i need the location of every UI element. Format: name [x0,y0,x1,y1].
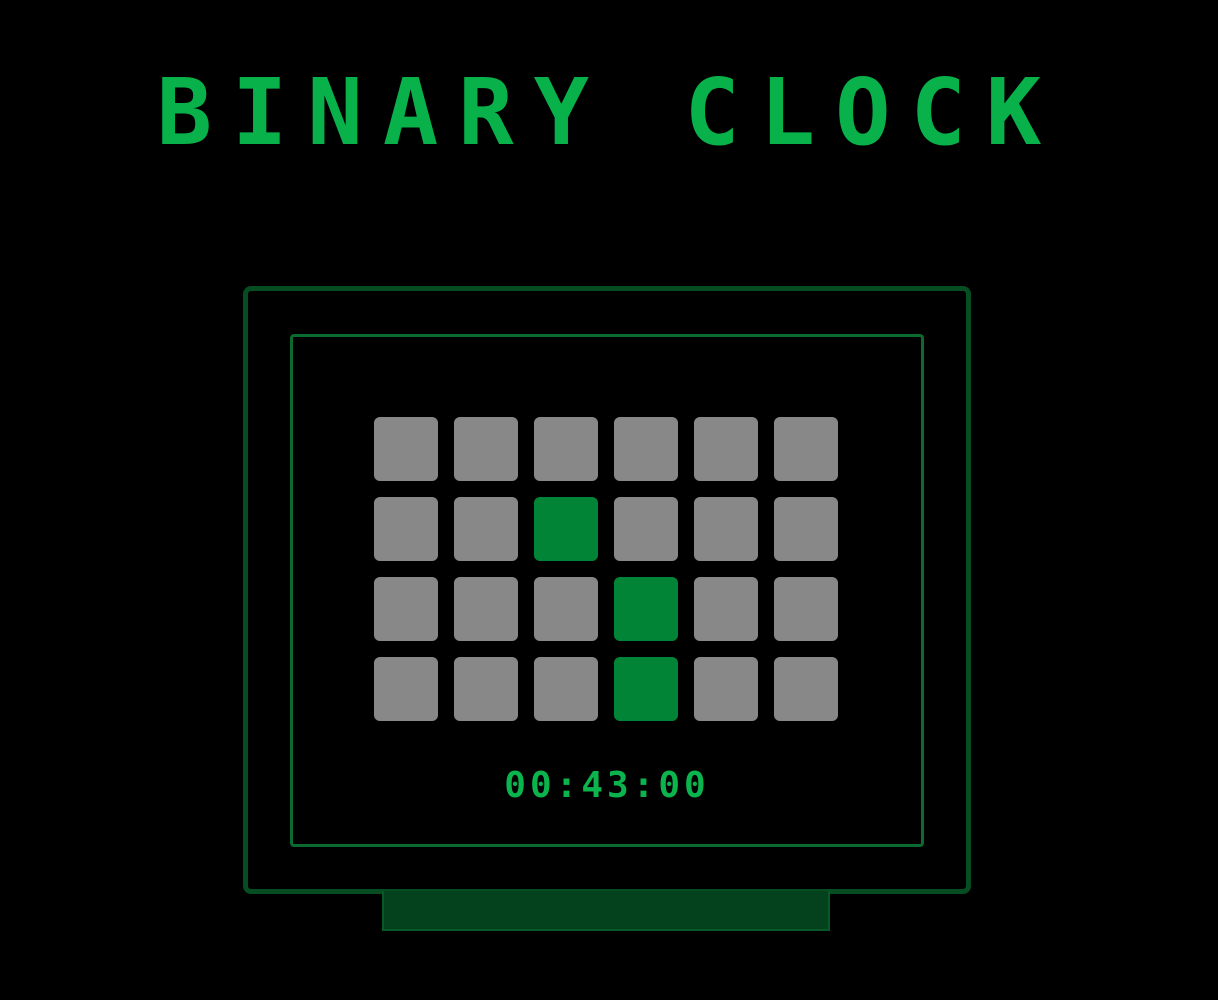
bit-cell-minutes-tens-row-3-off [534,577,598,641]
bit-cell-seconds-tens-row-2-off [694,497,758,561]
bit-cell-minutes-ones-row-1-off [614,417,678,481]
bit-cell-minutes-tens-row-1-off [534,417,598,481]
bit-cell-seconds-tens-row-4-off [694,657,758,721]
bit-cell-seconds-tens-row-3-off [694,577,758,641]
monitor-stand [382,891,830,931]
bit-cell-hours-ones-row-1-off [454,417,518,481]
digital-time-readout: 00:43:00 [504,765,710,806]
bit-cell-minutes-ones-row-3-on [614,577,678,641]
binary-bit-grid [374,417,838,721]
bit-cell-hours-ones-row-4-off [454,657,518,721]
bit-cell-hours-tens-row-3-off [374,577,438,641]
bit-cell-hours-tens-row-1-off [374,417,438,481]
bit-cell-seconds-ones-row-3-off [774,577,838,641]
binary-clock-page: BINARY CLOCK 00:43:00 [0,0,1218,1000]
bit-cell-seconds-tens-row-1-off [694,417,758,481]
bit-cell-hours-tens-row-2-off [374,497,438,561]
bit-cell-hours-tens-row-4-off [374,657,438,721]
page-title: BINARY CLOCK [156,59,1062,166]
bit-cell-minutes-ones-row-4-on [614,657,678,721]
bit-cell-minutes-ones-row-2-off [614,497,678,561]
bit-cell-seconds-ones-row-2-off [774,497,838,561]
bit-cell-seconds-ones-row-4-off [774,657,838,721]
bit-cell-seconds-ones-row-1-off [774,417,838,481]
bit-cell-minutes-tens-row-2-on [534,497,598,561]
bit-cell-hours-ones-row-3-off [454,577,518,641]
bit-cell-minutes-tens-row-4-off [534,657,598,721]
bit-cell-hours-ones-row-2-off [454,497,518,561]
